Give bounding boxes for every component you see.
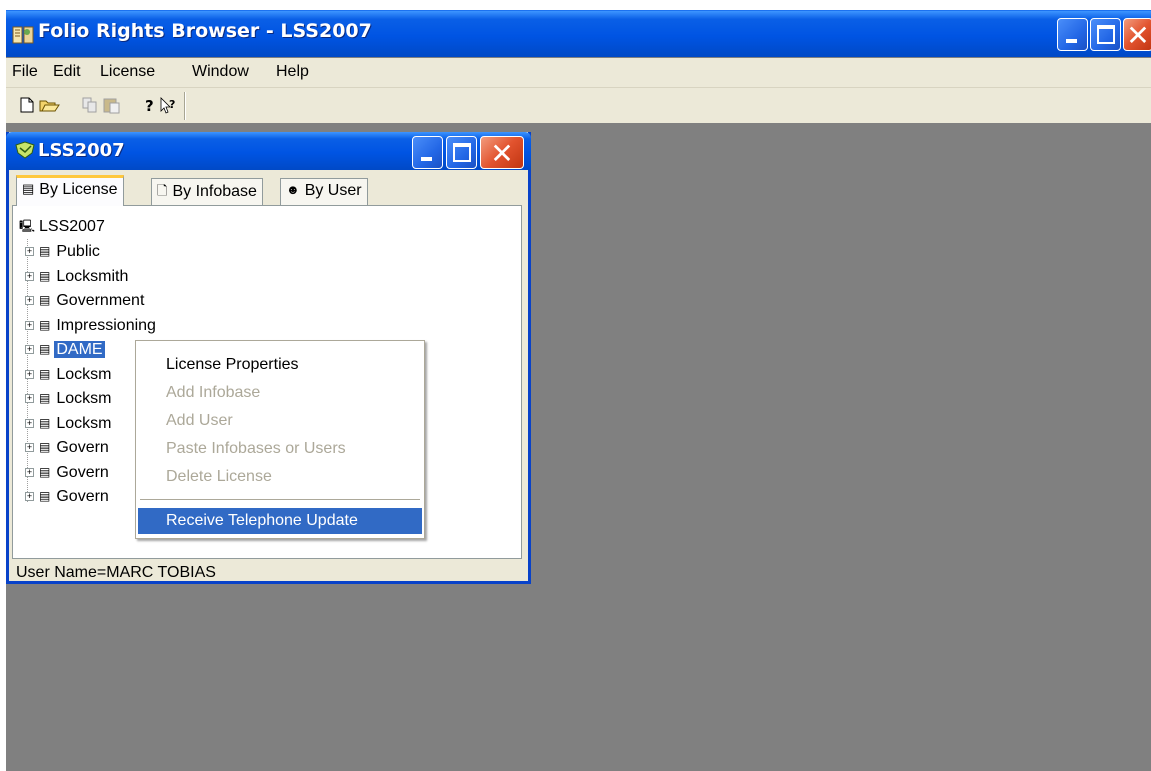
menu-item-delete-license[interactable]: Delete License bbox=[138, 464, 422, 490]
user-icon: ☻ bbox=[286, 182, 300, 197]
expand-icon[interactable]: + bbox=[25, 296, 34, 305]
svg-text:?: ? bbox=[169, 98, 175, 111]
tree-item[interactable]: + ▤ Locksm bbox=[25, 415, 113, 437]
window-title: Folio Rights Browser - LSS2007 bbox=[38, 20, 372, 42]
minimize-button[interactable] bbox=[1057, 18, 1088, 51]
tree-item[interactable]: + ▤ Govern bbox=[25, 439, 111, 461]
close-button[interactable]: ✕ bbox=[1123, 18, 1151, 52]
maximize-icon bbox=[1097, 25, 1115, 44]
expand-icon[interactable]: + bbox=[25, 272, 34, 281]
tree-root[interactable]: 🖳 LSS2007 bbox=[19, 217, 105, 238]
document-icon: 🗋 bbox=[157, 183, 168, 198]
menu-window[interactable]: Window bbox=[192, 63, 249, 81]
license-card-icon: ▤ bbox=[39, 465, 51, 479]
tab-by-license[interactable]: ▤ By License bbox=[16, 175, 124, 206]
tree-item-label: Govern bbox=[56, 464, 109, 481]
license-card-icon: ▤ bbox=[39, 489, 51, 503]
menu-item-add-user[interactable]: Add User bbox=[138, 408, 422, 434]
menu-license[interactable]: License bbox=[100, 63, 155, 81]
tree-item-label: Govern bbox=[56, 488, 109, 505]
license-shield-icon bbox=[15, 141, 35, 159]
tree-item[interactable]: + ▤ Locksmith bbox=[25, 268, 130, 290]
menu-item-license-properties[interactable]: License Properties bbox=[138, 352, 422, 378]
child-maximize-button[interactable] bbox=[446, 136, 477, 169]
tree-item-label: Locksm bbox=[56, 366, 112, 383]
tab-by-user[interactable]: ☻ By User bbox=[280, 178, 368, 205]
expand-icon[interactable]: + bbox=[25, 419, 34, 428]
toolbar-separator bbox=[184, 92, 186, 120]
maximize-icon bbox=[453, 143, 471, 162]
minimize-icon bbox=[421, 157, 432, 161]
menu-item-add-infobase[interactable]: Add Infobase bbox=[138, 380, 422, 406]
tab-label: By License bbox=[39, 181, 118, 198]
server-icon: 🖳 bbox=[19, 219, 36, 233]
menu-edit[interactable]: Edit bbox=[53, 63, 81, 81]
toolbar: ? ? bbox=[6, 87, 1151, 123]
expand-icon[interactable]: + bbox=[25, 492, 34, 501]
context-menu: License Properties Add Infobase Add User… bbox=[135, 340, 425, 539]
application-window: Folio Rights Browser - LSS2007 ✕ File Ed… bbox=[6, 10, 1151, 771]
menu-item-paste-infobases-or-users[interactable]: Paste Infobases or Users bbox=[138, 436, 422, 462]
menu-item-receive-telephone-update[interactable]: Receive Telephone Update bbox=[138, 508, 422, 534]
paste-icon[interactable] bbox=[101, 96, 123, 114]
license-card-icon: ▤ bbox=[39, 269, 51, 283]
menu-help[interactable]: Help bbox=[276, 63, 309, 81]
license-card-icon: ▤ bbox=[39, 318, 51, 332]
close-icon: ✕ bbox=[490, 137, 514, 170]
tab-label: By Infobase bbox=[172, 183, 257, 200]
tree-item[interactable]: + ▤ Locksm bbox=[25, 390, 113, 412]
expand-icon[interactable]: + bbox=[25, 394, 34, 403]
menu-separator bbox=[140, 499, 420, 500]
tree-item[interactable]: + ▤ Govern bbox=[25, 488, 111, 510]
app-icon bbox=[12, 26, 34, 44]
expand-icon[interactable]: + bbox=[25, 443, 34, 452]
minimize-icon bbox=[1066, 39, 1077, 43]
tree-item-label: Impressioning bbox=[56, 317, 156, 334]
license-card-icon: ▤ bbox=[39, 391, 51, 405]
copy-icon[interactable] bbox=[79, 96, 101, 114]
tree-item-label: Locksm bbox=[56, 390, 112, 407]
child-title-bar[interactable]: LSS2007 ✕ bbox=[6, 132, 531, 170]
tree-item-selected[interactable]: + ▤ DAME bbox=[25, 341, 105, 363]
license-card-icon: ▤ bbox=[22, 181, 35, 196]
tree-item[interactable]: + ▤ Government bbox=[25, 292, 146, 314]
status-bar: User Name=MARC TOBIAS bbox=[16, 564, 216, 581]
tree-item-label: Locksmith bbox=[56, 268, 129, 285]
tree-item-label: Locksm bbox=[56, 415, 112, 432]
license-card-icon: ▤ bbox=[39, 367, 51, 381]
tree-item[interactable]: + ▤ Public bbox=[25, 243, 102, 265]
license-card-icon: ▤ bbox=[39, 244, 51, 258]
tree-item-label: Public bbox=[56, 243, 100, 260]
child-close-button[interactable]: ✕ bbox=[480, 136, 524, 170]
tree-item[interactable]: + ▤ Govern bbox=[25, 464, 111, 486]
tab-label: By User bbox=[304, 182, 362, 199]
tree-item-label: Government bbox=[56, 292, 145, 309]
license-card-icon: ▤ bbox=[39, 342, 51, 356]
context-help-icon[interactable]: ? bbox=[158, 96, 180, 114]
expand-icon[interactable]: + bbox=[25, 321, 34, 330]
expand-icon[interactable]: + bbox=[25, 247, 34, 256]
child-minimize-button[interactable] bbox=[412, 136, 443, 169]
tree-item-label: DAME bbox=[54, 341, 105, 358]
tree-item-label: Govern bbox=[56, 439, 109, 456]
title-bar[interactable]: Folio Rights Browser - LSS2007 ✕ bbox=[6, 10, 1151, 57]
tree-root-label: LSS2007 bbox=[39, 218, 105, 235]
expand-icon[interactable]: + bbox=[25, 345, 34, 354]
license-card-icon: ▤ bbox=[39, 416, 51, 430]
menu-bar: File Edit License Window Help bbox=[6, 58, 1151, 87]
tab-by-infobase[interactable]: 🗋 By Infobase bbox=[151, 178, 263, 205]
menu-file[interactable]: File bbox=[12, 63, 38, 81]
maximize-button[interactable] bbox=[1090, 18, 1121, 51]
open-icon[interactable] bbox=[38, 96, 60, 114]
tree-item[interactable]: + ▤ Locksm bbox=[25, 366, 113, 388]
license-card-icon: ▤ bbox=[39, 293, 51, 307]
new-icon[interactable] bbox=[16, 96, 38, 114]
close-icon: ✕ bbox=[1126, 19, 1150, 52]
expand-icon[interactable]: + bbox=[25, 370, 34, 379]
svg-text:?: ? bbox=[145, 97, 154, 114]
expand-icon[interactable]: + bbox=[25, 468, 34, 477]
license-card-icon: ▤ bbox=[39, 440, 51, 454]
child-window-title: LSS2007 bbox=[38, 140, 125, 161]
tree-item[interactable]: + ▤ Impressioning bbox=[25, 317, 158, 339]
